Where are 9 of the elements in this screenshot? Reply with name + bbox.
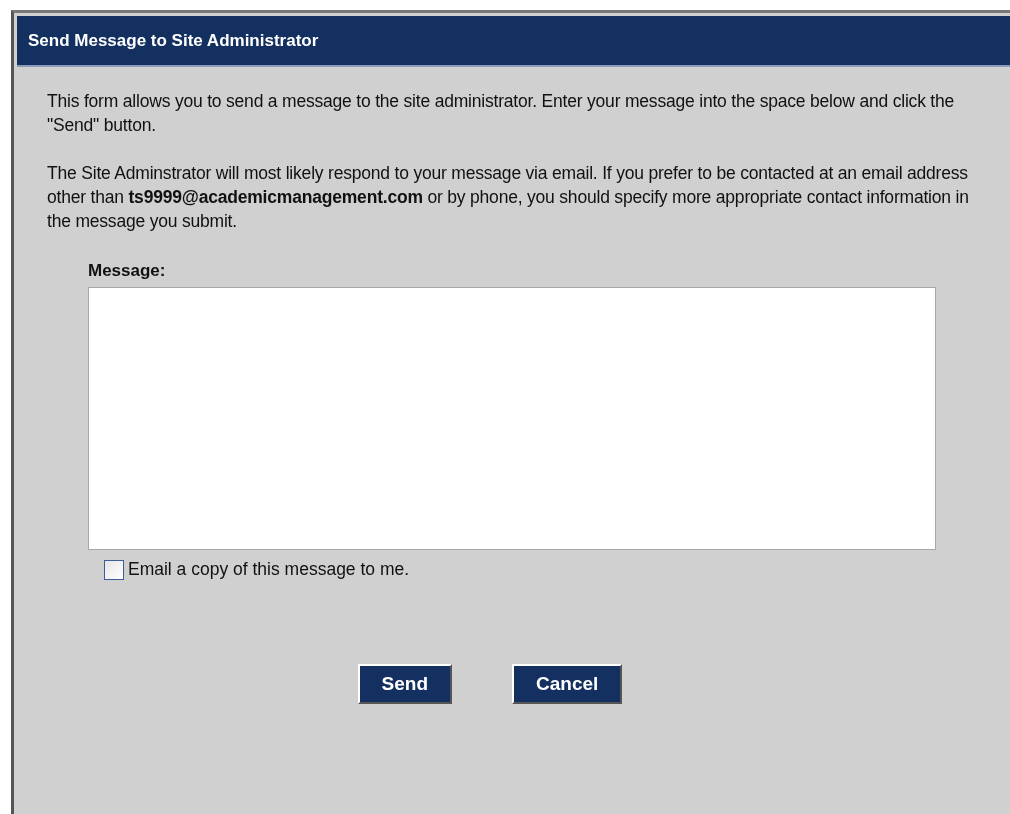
send-button[interactable]: Send [357, 664, 453, 704]
copy-checkbox[interactable] [104, 559, 124, 580]
cancel-button[interactable]: Cancel [512, 664, 623, 704]
message-label: Message: [88, 261, 166, 281]
message-field[interactable] [88, 287, 936, 550]
instruction-text: This form allows you to send a message to the site administrator. Enter your message into the space below and click the "Send" button. [47, 90, 956, 137]
checkbox-label: Email a copy of this message to me. [128, 559, 410, 580]
dialog-title: Send Message to Site Administrator [17, 16, 1010, 67]
instruction-text: The Site Adminstrator will most likely respond to your message via email. If you prefer to be contacted at an email address other than ts9999@academicmanagement.com or by phone, you should specify more appropriate contact information in the message you submit. [47, 162, 970, 233]
